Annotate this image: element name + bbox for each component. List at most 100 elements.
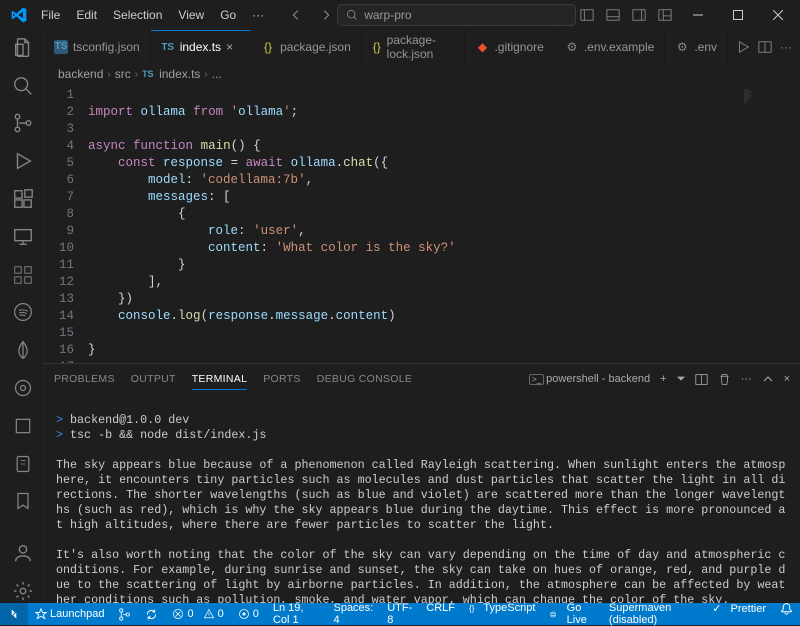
titlebar: File Edit Selection View Go ··· warp-pro bbox=[0, 0, 800, 30]
layout-bottom-icon[interactable] bbox=[602, 4, 624, 26]
language-mode[interactable]: {} TypeScript bbox=[462, 602, 542, 614]
activity-bar bbox=[0, 30, 44, 603]
breadcrumb-item[interactable]: index.ts bbox=[159, 67, 200, 81]
menu-edit[interactable]: Edit bbox=[69, 4, 104, 26]
git-icon: ◆ bbox=[475, 40, 489, 54]
code-area[interactable]: import ollama from 'ollama'; async funct… bbox=[88, 85, 740, 363]
vscode-logo-icon bbox=[10, 6, 28, 24]
tab-label: index.ts bbox=[180, 40, 221, 54]
mongodb-icon[interactable] bbox=[8, 338, 36, 362]
terminal-paragraph: It's also worth noting that the color of… bbox=[56, 548, 785, 603]
split-editor-icon[interactable] bbox=[758, 40, 772, 54]
menu-view[interactable]: View bbox=[171, 4, 211, 26]
tab-label: .env.example bbox=[584, 40, 654, 54]
tab-env[interactable]: ⚙.env bbox=[665, 30, 728, 63]
thunder-client-icon[interactable] bbox=[8, 452, 36, 476]
close-tab-icon[interactable]: × bbox=[226, 40, 240, 54]
nav-back-icon[interactable] bbox=[285, 4, 307, 26]
supermaven-status[interactable]: Supermaven (disabled) bbox=[602, 602, 705, 626]
statusbar-label: 0 bbox=[187, 608, 193, 620]
nav-forward-icon[interactable] bbox=[315, 4, 337, 26]
tab-package-json[interactable]: {}package.json bbox=[251, 30, 362, 63]
window-minimize[interactable] bbox=[680, 0, 716, 30]
eol-status[interactable]: CRLF bbox=[419, 602, 462, 614]
tab-package-lock[interactable]: {} package-lock.json bbox=[362, 30, 466, 63]
terminal-output[interactable]: > backend@1.0.0 dev > tsc -b && node dis… bbox=[44, 394, 800, 603]
panel-tab-ports[interactable]: PORTS bbox=[263, 369, 300, 389]
close-panel-icon[interactable]: × bbox=[784, 373, 790, 385]
database-icon[interactable] bbox=[8, 263, 36, 287]
menu-go[interactable]: Go bbox=[213, 4, 243, 26]
panel-tab-output[interactable]: OUTPUT bbox=[131, 369, 176, 389]
more-actions-icon[interactable]: ··· bbox=[780, 40, 792, 54]
indentation-status[interactable]: Spaces: 4 bbox=[326, 602, 380, 626]
command-center-search[interactable]: warp-pro bbox=[337, 4, 576, 26]
panel-tab-problems[interactable]: PROBLEMS bbox=[54, 369, 115, 389]
search-icon bbox=[346, 9, 358, 21]
tab-gitignore[interactable]: ◆.gitignore bbox=[465, 30, 554, 63]
run-icon[interactable] bbox=[736, 40, 750, 54]
breadcrumb-item[interactable]: backend bbox=[58, 67, 103, 81]
problems-status[interactable]: 0 0 bbox=[165, 603, 230, 625]
gitlens-icon[interactable] bbox=[8, 376, 36, 400]
prettier-status[interactable]: ✓ Prettier bbox=[705, 602, 773, 615]
menu-selection[interactable]: Selection bbox=[106, 4, 169, 26]
menu-file[interactable]: File bbox=[34, 4, 67, 26]
breadcrumb-item[interactable]: src bbox=[115, 67, 131, 81]
panel-tabs: PROBLEMS OUTPUT TERMINAL PORTS DEBUG CON… bbox=[44, 364, 800, 394]
notifications-icon[interactable] bbox=[773, 602, 800, 615]
code-editor[interactable]: 1234567891011121314151617181920 import o… bbox=[44, 85, 800, 363]
layout-right-icon[interactable] bbox=[628, 4, 650, 26]
editor-tabs: TStsconfig.json TSindex.ts× {}package.js… bbox=[44, 30, 800, 63]
editor-actions: ··· bbox=[728, 30, 800, 63]
breadcrumb-item[interactable]: ... bbox=[212, 67, 222, 81]
layout-left-icon[interactable] bbox=[576, 4, 598, 26]
new-terminal-icon[interactable]: + bbox=[660, 373, 666, 385]
window-maximize[interactable] bbox=[720, 0, 756, 30]
sync-status[interactable] bbox=[138, 603, 165, 625]
source-control-icon[interactable] bbox=[8, 112, 36, 136]
ts-icon: TS bbox=[142, 69, 155, 79]
search-activity-icon[interactable] bbox=[8, 74, 36, 98]
encoding-status[interactable]: UTF-8 bbox=[380, 602, 419, 626]
statusbar-label: 0 bbox=[218, 608, 224, 620]
tab-tsconfig[interactable]: TStsconfig.json bbox=[44, 30, 151, 63]
cursor-position[interactable]: Ln 19, Col 1 bbox=[266, 602, 327, 626]
maximize-panel-icon[interactable] bbox=[762, 373, 774, 385]
sidebar-item-square-icon[interactable] bbox=[8, 414, 36, 438]
menu-more[interactable]: ··· bbox=[245, 4, 271, 26]
git-branch-status[interactable] bbox=[111, 603, 138, 625]
go-live-button[interactable]: Go Live bbox=[542, 602, 602, 626]
terminal-paragraph: The sky appears blue because of a phenom… bbox=[56, 458, 785, 532]
tab-label: package.json bbox=[280, 40, 351, 54]
split-terminal-icon[interactable] bbox=[695, 373, 708, 386]
bookmarks-icon[interactable] bbox=[8, 490, 36, 514]
launchpad-button[interactable]: Launchpad bbox=[28, 603, 111, 625]
spotify-icon[interactable] bbox=[8, 301, 36, 325]
tab-label: package-lock.json bbox=[387, 33, 455, 61]
line-gutter: 1234567891011121314151617181920 bbox=[44, 85, 88, 363]
terminal-dropdown-icon[interactable] bbox=[677, 375, 685, 383]
panel-tab-debug[interactable]: DEBUG CONSOLE bbox=[317, 369, 413, 389]
minimap[interactable]: ▄▄▄▄▄▄▄▄▄▄▄▄▄▄▄▄▄▄▄▄▄▄▄▄▄▄▄▄▄▄▄▄ bbox=[740, 85, 800, 363]
extensions-icon[interactable] bbox=[8, 187, 36, 211]
kill-terminal-icon[interactable] bbox=[718, 373, 731, 386]
explorer-icon[interactable] bbox=[8, 36, 36, 60]
status-bar: Launchpad 0 0 0 Ln 19, Col 1 Spaces: 4 U… bbox=[0, 603, 800, 625]
window-close[interactable] bbox=[760, 0, 796, 30]
panel-more-icon[interactable]: ··· bbox=[741, 373, 752, 385]
panel-tab-terminal[interactable]: TERMINAL bbox=[192, 369, 248, 390]
tab-env-example[interactable]: ⚙.env.example bbox=[555, 30, 665, 63]
breadcrumb[interactable]: backend› src› TS index.ts› ... bbox=[44, 63, 800, 85]
run-debug-icon[interactable] bbox=[8, 149, 36, 173]
remote-explorer-icon[interactable] bbox=[8, 225, 36, 249]
json-icon: {} bbox=[372, 40, 382, 54]
terminal-profile-dropdown[interactable]: >_ powershell - backend bbox=[529, 373, 650, 385]
customize-layout-icon[interactable] bbox=[654, 4, 676, 26]
remote-indicator[interactable] bbox=[0, 603, 28, 625]
account-icon[interactable] bbox=[8, 541, 36, 565]
gear-icon: ⚙ bbox=[675, 40, 689, 54]
ports-status[interactable]: 0 bbox=[231, 603, 266, 625]
tab-index-ts[interactable]: TSindex.ts× bbox=[151, 30, 251, 63]
settings-gear-icon[interactable] bbox=[8, 579, 36, 603]
